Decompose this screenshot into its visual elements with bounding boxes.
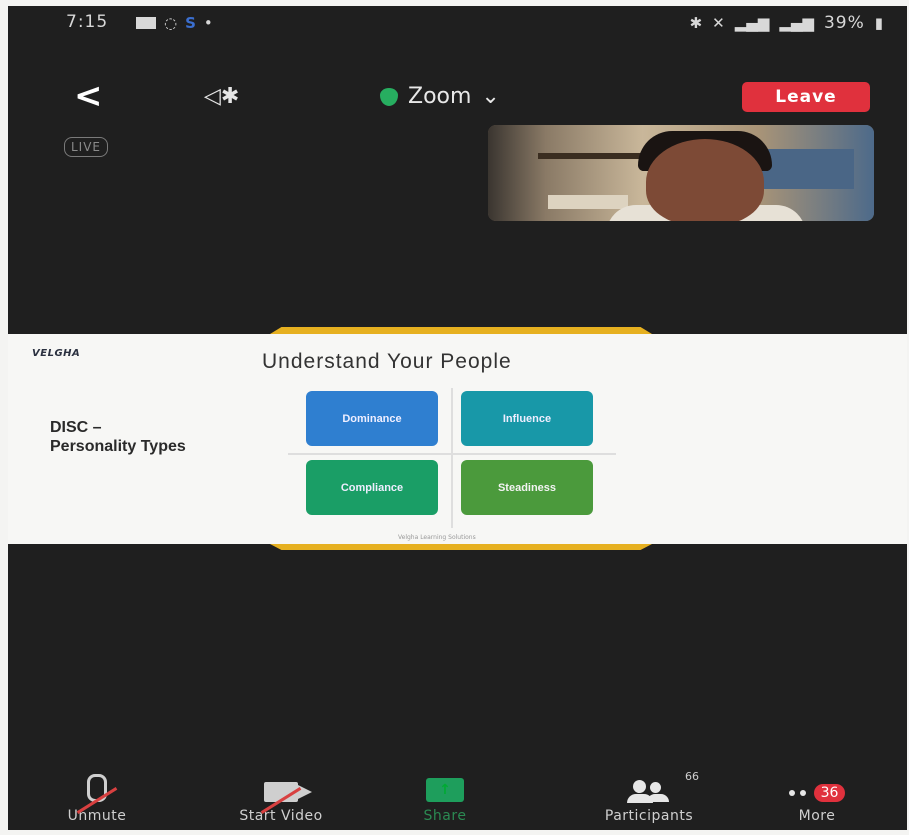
- signal-icon: ▂▄▆: [734, 14, 770, 32]
- status-time: 7:15: [66, 12, 109, 32]
- notification-icons: ◌ S •: [136, 14, 213, 32]
- mute-icon: ✕: [712, 14, 725, 32]
- leave-button[interactable]: Leave: [742, 82, 870, 112]
- bluetooth-icon: ✱: [689, 14, 703, 32]
- meeting-title-text: Zoom: [408, 84, 472, 109]
- dot-icon: •: [203, 14, 213, 32]
- slide-title: Understand Your People: [262, 350, 512, 373]
- quadrant-axis-vertical: [451, 388, 453, 528]
- quadrant-steadiness: Steadiness: [461, 460, 593, 515]
- share-screen-icon: ↑: [426, 778, 464, 802]
- video-board: [548, 195, 628, 209]
- live-badge: LIVE: [64, 137, 109, 157]
- participants-icon: [627, 780, 671, 803]
- quadrant-influence: Influence: [461, 391, 593, 446]
- slide-accent-bottom: [270, 544, 652, 550]
- start-video-button[interactable]: Start Video: [216, 772, 346, 824]
- more-dots-icon: 36: [788, 784, 846, 802]
- shared-screen-slide[interactable]: VELGHA Understand Your People DISC – Per…: [8, 327, 907, 550]
- video-shelf: [538, 153, 648, 159]
- quadrant-axis-horizontal: [288, 453, 616, 455]
- share-button[interactable]: ↑ Share: [380, 772, 510, 824]
- start-video-label: Start Video: [239, 808, 323, 824]
- chevron-down-icon: ⌄: [481, 84, 500, 109]
- shield-icon: [380, 87, 398, 106]
- bluetooth-speaker-icon[interactable]: ◁✱: [204, 84, 239, 109]
- system-icons: ✱ ✕ ▂▄▆ ▂▄▆ 39% ▮: [690, 13, 883, 33]
- whatsapp-icon: ◌: [164, 14, 178, 32]
- phone-screen: 7:15 ◌ S • ✱ ✕ ▂▄▆ ▂▄▆ 39% ▮ < ◁✱ Zoom ⌄…: [8, 6, 907, 830]
- app-s-icon: S: [185, 14, 196, 32]
- video-person-face: [646, 139, 764, 221]
- quadrant-compliance: Compliance: [306, 460, 438, 515]
- back-icon[interactable]: <: [74, 76, 103, 116]
- battery-percent: 39%: [823, 13, 865, 33]
- signal-icon-2: ▂▄▆: [779, 14, 814, 32]
- slide-accent-top: [270, 327, 652, 334]
- more-badge: 36: [813, 784, 846, 802]
- battery-icon: ▮: [874, 14, 883, 32]
- meeting-title[interactable]: Zoom ⌄: [380, 84, 500, 109]
- participants-label: Participants: [604, 808, 694, 824]
- more-button[interactable]: 36 More: [752, 772, 882, 824]
- participant-video[interactable]: [488, 125, 874, 221]
- message-icon: [136, 17, 156, 29]
- video-cabinet: [758, 149, 854, 189]
- slide-footer: Velgha Learning Solutions: [398, 534, 476, 541]
- participants-button[interactable]: 66 Participants: [574, 770, 724, 824]
- more-label: More: [798, 808, 836, 824]
- slide-logo: VELGHA: [32, 348, 81, 359]
- meeting-toolbar: Unmute Start Video ↑ Share 66 Participan…: [8, 770, 907, 830]
- slide-side-label: DISC – Personality Types: [50, 419, 186, 455]
- participants-count: 66: [685, 770, 699, 783]
- quadrant-dominance: Dominance: [306, 391, 438, 446]
- share-label: Share: [423, 808, 467, 824]
- unmute-button[interactable]: Unmute: [32, 772, 162, 824]
- unmute-label: Unmute: [67, 808, 127, 824]
- status-bar: 7:15 ◌ S • ✱ ✕ ▂▄▆ ▂▄▆ 39% ▮: [8, 6, 907, 46]
